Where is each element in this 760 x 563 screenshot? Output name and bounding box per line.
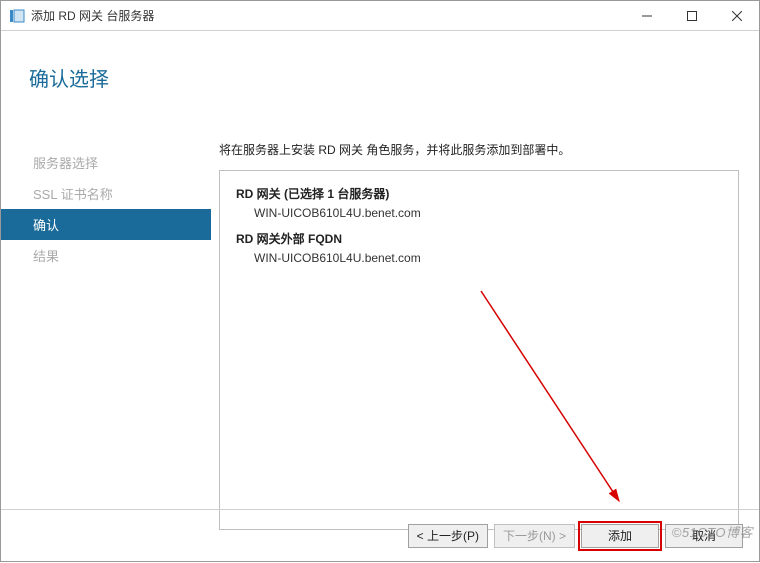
step-server-select[interactable]: 服务器选择 [1, 147, 211, 178]
next-button: 下一步(N) > [494, 524, 575, 548]
add-button[interactable]: 添加 [581, 524, 659, 548]
section-header-fqdn: RD 网关外部 FQDN [236, 230, 722, 247]
app-icon [9, 8, 25, 24]
close-button[interactable] [714, 1, 759, 30]
details-box: RD 网关 (已选择 1 台服务器) WIN-UICOB610L4U.benet… [219, 170, 739, 530]
page-title: 确认选择 [29, 63, 109, 92]
titlebar: 添加 RD 网关 台服务器 [1, 1, 759, 31]
maximize-button[interactable] [669, 1, 714, 30]
step-result[interactable]: 结果 [1, 240, 211, 271]
intro-text: 将在服务器上安装 RD 网关 角色服务，并将此服务添加到部署中。 [219, 141, 739, 158]
step-confirm[interactable]: 确认 [1, 209, 211, 240]
section-header-gateway: RD 网关 (已选择 1 台服务器) [236, 185, 722, 202]
window-controls [624, 1, 759, 30]
footer-bar: < 上一步(P) 下一步(N) > 添加 取消 [1, 509, 759, 561]
main-panel: 将在服务器上安装 RD 网关 角色服务，并将此服务添加到部署中。 RD 网关 (… [211, 31, 759, 509]
section-value-gateway: WIN-UICOB610L4U.benet.com [254, 206, 722, 220]
step-ssl-cert[interactable]: SSL 证书名称 [1, 178, 211, 209]
section-value-fqdn: WIN-UICOB610L4U.benet.com [254, 251, 722, 265]
prev-button[interactable]: < 上一步(P) [408, 524, 488, 548]
minimize-button[interactable] [624, 1, 669, 30]
watermark-text: ©51CTO博客 [672, 522, 753, 541]
window-title: 添加 RD 网关 台服务器 [31, 7, 154, 24]
content-area: 服务器选择 SSL 证书名称 确认 结果 将在服务器上安装 RD 网关 角色服务… [1, 31, 759, 509]
wizard-steps-sidebar: 服务器选择 SSL 证书名称 确认 结果 [1, 31, 211, 509]
